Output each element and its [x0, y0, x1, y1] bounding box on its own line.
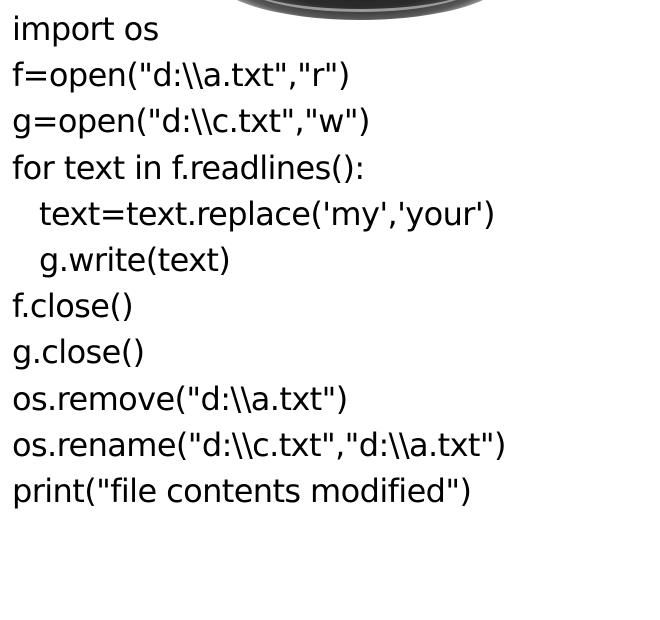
code-line-open-f: f=open("d:\\a.txt","r"): [12, 56, 350, 95]
code-line-remove: os.remove("d:\\a.txt"): [12, 379, 348, 418]
code-line-close-g: g.close(): [12, 333, 145, 372]
code-line-open-g: g=open("d:\\c.txt","w"): [12, 102, 370, 141]
code-line-import: import os: [12, 10, 159, 48]
code-block: import os f=open("d:\\a.txt","r") g=open…: [12, 6, 506, 514]
slide: import os f=open("d:\\a.txt","r") g=open…: [0, 0, 660, 620]
code-line-close-f: f.close(): [12, 287, 134, 326]
code-line-print: print("file contents modified"): [12, 472, 472, 511]
code-line-write: g.write(text): [39, 241, 231, 280]
code-line-replace: text=text.replace('my','your'): [39, 194, 496, 233]
code-line-for-loop: for text in f.readlines():: [12, 148, 365, 187]
code-line-rename: os.rename("d:\\c.txt","d:\\a.txt"): [12, 425, 506, 464]
